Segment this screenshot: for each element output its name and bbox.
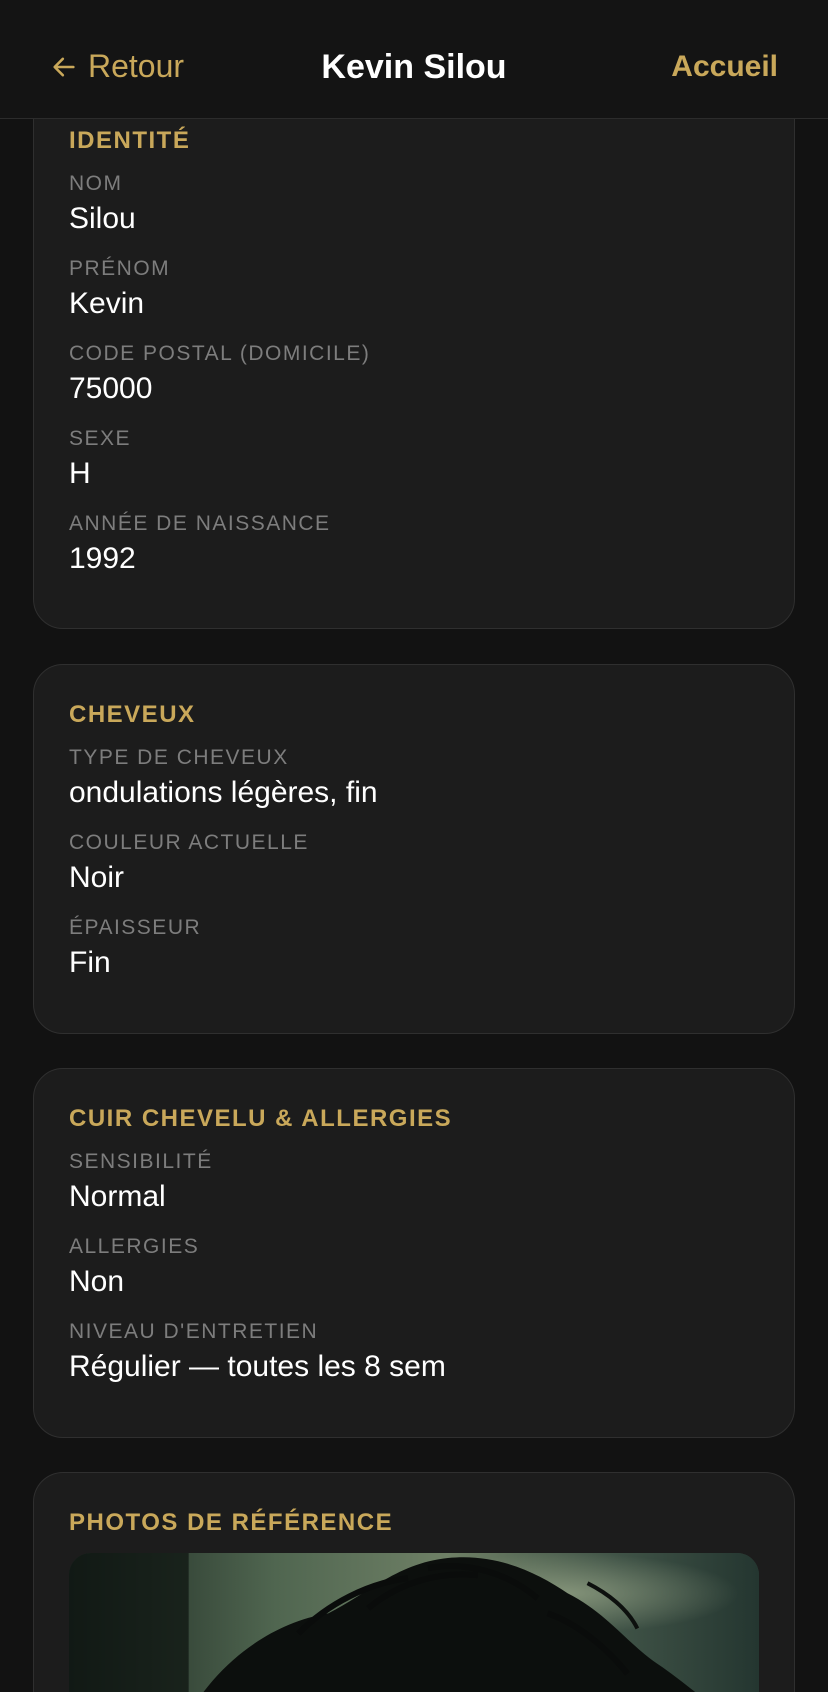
field-value: Normal (69, 1180, 166, 1213)
field-nom: NOM Silou (69, 171, 759, 237)
navigation-bar: Retour Kevin Silou Accueil (0, 0, 828, 119)
field-label: ALLERGIES (69, 1235, 200, 1258)
field-label: SENSIBILITÉ (69, 1150, 213, 1173)
home-button[interactable]: Accueil (671, 50, 778, 84)
scalp-card: CUIR CHEVELU & ALLERGIES SENSIBILITÉ Nor… (33, 1068, 795, 1438)
section-title-photos: PHOTOS DE RÉFÉRENCE (69, 1509, 394, 1536)
field-label: NIVEAU D'ENTRETIEN (69, 1320, 319, 1343)
field-label: PRÉNOM (69, 257, 171, 280)
reference-photo[interactable] (69, 1553, 759, 1692)
arrow-left-icon (53, 57, 75, 76)
field-sexe: SEXE H (69, 426, 759, 492)
field-epaisseur: ÉPAISSEUR Fin (69, 915, 759, 981)
field-label: TYPE DE CHEVEUX (69, 746, 289, 769)
field-niveau-entretien: NIVEAU D'ENTRETIEN Régulier — toutes les… (69, 1319, 759, 1385)
field-value: 75000 (69, 372, 153, 405)
field-couleur-actuelle: COULEUR ACTUELLE Noir (69, 830, 759, 896)
field-value: H (69, 457, 91, 490)
back-button-label: Retour (88, 48, 185, 84)
reference-photo-image (69, 1553, 759, 1692)
photos-card: PHOTOS DE RÉFÉRENCE (33, 1472, 795, 1692)
field-value: Fin (69, 946, 111, 979)
section-title-identity: IDENTITÉ (69, 127, 191, 154)
field-label: NOM (69, 172, 123, 195)
section-title-scalp: CUIR CHEVELU & ALLERGIES (69, 1105, 453, 1132)
field-type-cheveux: TYPE DE CHEVEUX ondulations légères, fin (69, 745, 759, 811)
field-value: 1992 (69, 542, 136, 575)
field-value: Silou (69, 202, 136, 235)
field-label: SEXE (69, 427, 132, 450)
profile-content[interactable]: IDENTITÉ NOM Silou PRÉNOM Kevin CODE POS… (0, 0, 828, 1692)
field-value: Noir (69, 861, 125, 894)
field-annee-naissance: ANNÉE DE NAISSANCE 1992 (69, 511, 759, 577)
hair-card: CHEVEUX TYPE DE CHEVEUX ondulations légè… (33, 664, 795, 1034)
back-button[interactable]: Retour (50, 48, 184, 85)
field-value: Kevin (69, 287, 145, 320)
identity-card: IDENTITÉ NOM Silou PRÉNOM Kevin CODE POS… (33, 60, 795, 629)
section-title-hair: CHEVEUX (69, 701, 196, 728)
field-sensibilite: SENSIBILITÉ Normal (69, 1149, 759, 1215)
field-label: ANNÉE DE NAISSANCE (69, 512, 331, 535)
field-label: CODE POSTAL (DOMICILE) (69, 342, 371, 365)
field-allergies: ALLERGIES Non (69, 1234, 759, 1300)
field-value: Régulier — toutes les 8 sem (69, 1350, 446, 1383)
field-label: ÉPAISSEUR (69, 916, 202, 939)
field-code-postal: CODE POSTAL (DOMICILE) 75000 (69, 341, 759, 407)
field-prenom: PRÉNOM Kevin (69, 256, 759, 322)
field-label: COULEUR ACTUELLE (69, 831, 309, 854)
field-value: ondulations légères, fin (69, 776, 378, 809)
field-value: Non (69, 1265, 125, 1298)
